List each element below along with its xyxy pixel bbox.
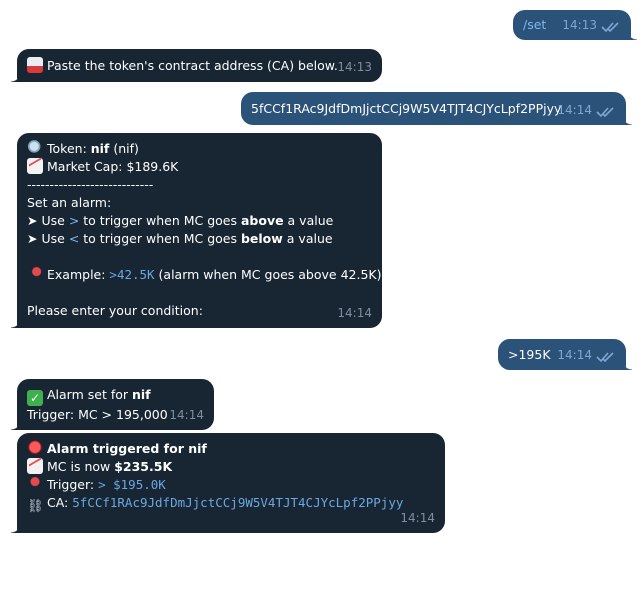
check-mark-button-icon: ✓ [27, 390, 43, 406]
message-time: 14:13 [562, 18, 597, 32]
divider-line: ---------------------------- [27, 177, 154, 192]
message-time: 14:13 [337, 60, 372, 74]
police-light-icon [27, 440, 43, 456]
message-text: Paste the token's contract address (CA) … [47, 58, 338, 73]
set-command-link[interactable]: /set [523, 17, 546, 32]
contract-address-code[interactable]: 5fCCf1RAc9JdfDmJjctCCj9W5V4TJT4CJYcLpf2P… [72, 495, 403, 510]
token-line: Token: nif (nif) [27, 140, 372, 158]
arrow-bullet-icon: ➤ [27, 213, 38, 228]
example-code[interactable]: >42.5K [109, 267, 154, 282]
incoming-message-alarm-set[interactable]: ✓ Alarm set for nif Trigger: MC > 195,000… [11, 379, 214, 430]
token-name: nif [90, 141, 110, 156]
double-check-icon [596, 107, 614, 118]
message-time: 14:14 [557, 103, 592, 117]
prompt-line: Please enter your condition: [27, 303, 203, 318]
message-time: 14:14 [557, 348, 592, 362]
outgoing-message-set[interactable]: /set 14:13 [513, 10, 637, 40]
outgoing-message-condition[interactable]: >195K 14:14 [498, 339, 632, 370]
instruction-above: ➤ Use > to trigger when MC goes above a v… [27, 213, 334, 228]
pushpin-icon [27, 266, 43, 282]
outgoing-message-contract-address[interactable]: 5fCCf1RAc9JdfDmJjctCCj9W5V4TJT4CJYcLpf2P… [241, 92, 632, 125]
chart-increasing-icon [27, 158, 43, 174]
incoming-message-token-info[interactable]: Token: nif (nif) Market Cap: $189.6K ---… [11, 133, 382, 328]
double-check-icon [596, 352, 614, 363]
incoming-message-alarm-triggered[interactable]: Alarm triggered for nif MC is now $235.5… [11, 433, 445, 533]
message-time: 14:14 [337, 306, 372, 320]
inbox-tray-icon [27, 57, 43, 73]
message-text: 5fCCf1RAc9JdfDmJjctCCj9W5V4TJT4CJYcLpf2P… [251, 101, 562, 116]
trigger-code[interactable]: > $195.0K [98, 477, 166, 492]
ca-line: ⛓ CA: 5fCCf1RAc9JdfDmJjctCCj9W5V4TJT4CJYc… [27, 495, 404, 514]
message-time: 14:14 [169, 408, 204, 422]
example-line: Example: >42.5K (alarm when MC goes abov… [27, 266, 381, 284]
instruction-below: ➤ Use < to trigger when MC goes below a v… [27, 231, 333, 246]
double-check-icon [601, 22, 619, 33]
message-time: 14:14 [400, 511, 435, 525]
round-pushpin-icon [27, 476, 43, 492]
link-icon: ⛓ [27, 499, 44, 514]
alarm-triggered-title: Alarm triggered for nif [27, 440, 435, 458]
message-text: >195K [508, 347, 551, 362]
mc-now-line: MC is now $235.5K [27, 458, 435, 476]
chart-increasing-icon [27, 458, 43, 474]
alarm-set-line: ✓ Alarm set for nif [27, 386, 204, 406]
market-cap-line: Market Cap: $189.6K [27, 158, 372, 176]
trigger-line: Trigger: > $195.0K [27, 476, 435, 494]
incoming-message-paste-ca[interactable]: Paste the token's contract address (CA) … [11, 49, 382, 82]
magnifier-icon [27, 140, 43, 156]
set-alarm-heading: Set an alarm: [27, 195, 112, 210]
arrow-bullet-icon: ➤ [27, 231, 38, 246]
